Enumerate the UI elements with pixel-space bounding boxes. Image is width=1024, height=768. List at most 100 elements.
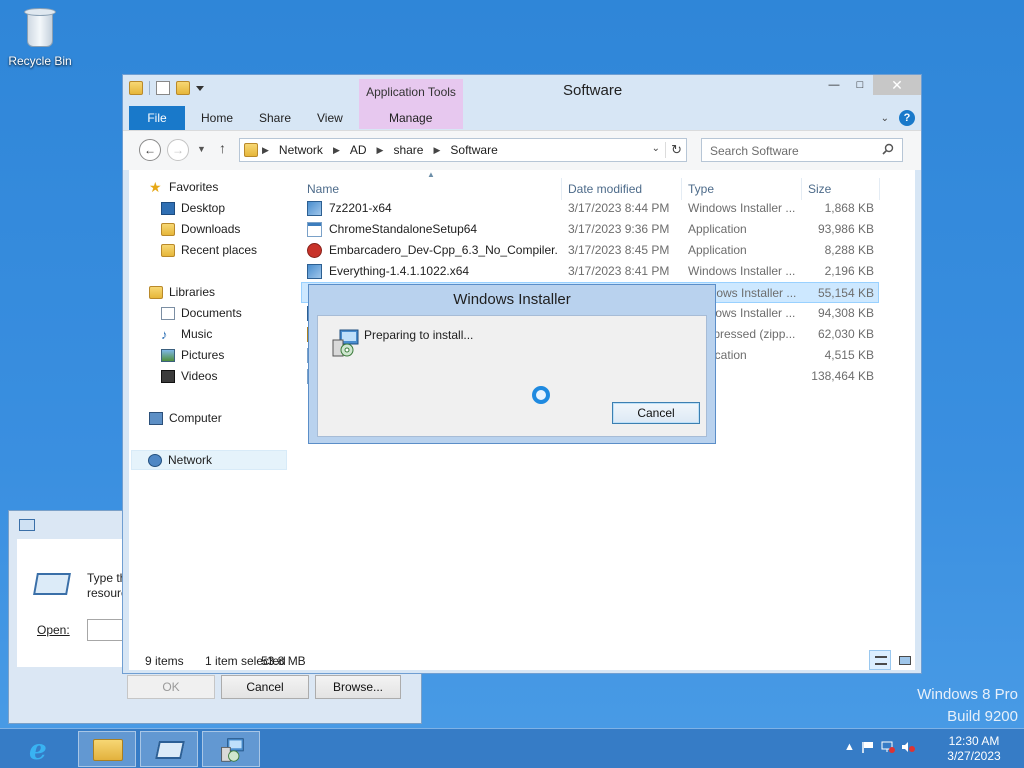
file-size: 2,196 KB [824, 264, 874, 278]
file-size: 55,154 KB [817, 286, 874, 300]
installer-cancel-button[interactable]: Cancel [612, 402, 700, 424]
minimize-button[interactable]: — [821, 75, 847, 95]
nav-libraries[interactable]: Libraries [149, 285, 215, 299]
large-icons-view-icon [899, 656, 911, 665]
nav-network-label: Network [168, 453, 213, 467]
recycle-bin-desktop-icon[interactable]: Recycle Bin [4, 6, 76, 68]
nav-documents[interactable]: Documents [161, 306, 242, 320]
videos-icon [161, 369, 175, 383]
nav-network[interactable]: Network [131, 450, 287, 470]
file-row[interactable]: 7z2201-x64 3/17/2023 8:44 PM Windows Ins… [301, 198, 879, 219]
breadcrumb-software[interactable]: Software [450, 143, 497, 157]
large-icons-view-button[interactable] [893, 650, 915, 670]
file-type: Application [688, 243, 747, 257]
internet-explorer-icon: e [29, 733, 47, 766]
file-date: 3/17/2023 8:44 PM [568, 201, 670, 215]
qat-customize-icon[interactable] [196, 85, 204, 91]
search-box[interactable]: Search Software [701, 138, 903, 162]
nav-downloads[interactable]: Downloads [161, 222, 240, 236]
volume-muted-icon[interactable] [901, 741, 915, 753]
run-browse-button[interactable]: Browse... [315, 675, 401, 699]
run-cancel-button[interactable]: Cancel [221, 675, 309, 699]
taskbar-run[interactable] [140, 731, 198, 767]
nav-pictures[interactable]: Pictures [161, 348, 224, 362]
file-name: Everything-1.4.1.1022.x64 [329, 264, 470, 278]
search-placeholder: Search Software [710, 144, 799, 158]
nav-recent-places[interactable]: Recent places [161, 243, 257, 257]
nav-desktop[interactable]: Desktop [161, 201, 225, 215]
column-header-type[interactable]: Type [682, 178, 802, 200]
close-button[interactable]: ✕ [873, 75, 921, 95]
taskbar-internet-explorer[interactable]: e [12, 731, 70, 767]
nav-computer-label: Computer [169, 411, 222, 425]
maximize-button[interactable]: □ [847, 75, 873, 95]
recent-locations-icon[interactable]: ▼ [197, 144, 206, 154]
search-icon [882, 143, 894, 155]
details-view-button[interactable] [869, 650, 891, 670]
nav-videos-label: Videos [181, 369, 218, 383]
run-title-icon [19, 519, 35, 531]
clock-time: 12:30 AM [948, 734, 1000, 748]
run-buttons: OK Cancel Browse... [9, 667, 421, 723]
tab-home[interactable]: Home [201, 106, 233, 130]
explorer-titlebar[interactable]: Application Tools Software — □ ✕ [123, 75, 921, 105]
up-button[interactable]: ↑ [219, 140, 226, 156]
column-header-size[interactable]: Size [802, 178, 880, 200]
taskbar-file-explorer[interactable] [78, 731, 136, 767]
network-status-icon[interactable] [881, 741, 895, 753]
address-dropdown-icon[interactable]: ⌄ [652, 143, 660, 154]
navigation-pane: ★ Favorites Desktop Downloads Recent pla… [129, 170, 287, 648]
star-icon: ★ [149, 178, 162, 195]
breadcrumb-separator-icon[interactable]: ▶ [377, 145, 384, 156]
taskbar-windows-installer[interactable] [202, 731, 260, 767]
file-row[interactable]: Embarcadero_Dev-Cpp_6.3_No_Compiler... 3… [301, 240, 879, 261]
properties-icon[interactable] [156, 81, 170, 95]
new-folder-icon[interactable] [176, 81, 190, 95]
tab-file[interactable]: File [129, 106, 185, 130]
ribbon-expand-icon[interactable]: ⌄ [881, 113, 889, 124]
file-name: 7z2201-x64 [329, 201, 392, 215]
file-size: 138,464 KB [811, 369, 874, 383]
nav-music[interactable]: ♪ Music [161, 327, 212, 341]
qat-separator [149, 81, 150, 95]
breadcrumb-separator-icon[interactable]: ▶ [262, 145, 269, 156]
downloads-icon [161, 222, 175, 236]
desktop-icon [161, 201, 175, 215]
back-button[interactable]: ← [139, 139, 161, 161]
column-header-name[interactable]: Name [301, 178, 562, 200]
nav-music-label: Music [181, 327, 213, 341]
nav-computer[interactable]: Computer [149, 411, 222, 425]
nav-favorites[interactable]: ★ Favorites [149, 178, 218, 195]
help-icon[interactable]: ? [899, 110, 915, 126]
computer-icon [149, 411, 163, 425]
details-view-icon [875, 656, 887, 665]
breadcrumb-separator-icon[interactable]: ▶ [433, 145, 440, 156]
navigation-bar: ← → ▼ ↑ ▶ Network ▶ AD ▶ share ▶ Softwar… [123, 130, 921, 170]
breadcrumb-separator-icon[interactable]: ▶ [333, 145, 340, 156]
refresh-icon[interactable]: ↻ [665, 142, 682, 158]
file-row[interactable]: Everything-1.4.1.1022.x64 3/17/2023 8:41… [301, 261, 879, 282]
nav-videos[interactable]: Videos [161, 369, 217, 383]
breadcrumb-ad[interactable]: AD [350, 143, 367, 157]
devcpp-icon [307, 243, 322, 258]
action-center-flag-icon[interactable] [861, 741, 875, 753]
column-header-date[interactable]: Date modified [562, 178, 682, 200]
tab-view[interactable]: View [317, 106, 343, 130]
tab-manage[interactable]: Manage [389, 106, 432, 130]
breadcrumb-network[interactable]: Network [279, 143, 323, 157]
busy-spinner-icon [532, 386, 550, 404]
status-selected-size: 53.8 MB [261, 654, 306, 668]
file-size: 4,515 KB [824, 348, 874, 362]
clock[interactable]: 12:30 AM 3/27/2023 [938, 734, 1010, 764]
forward-button[interactable]: → [167, 139, 189, 161]
run-open-label: Open: [37, 623, 70, 637]
breadcrumb: ▶ Network ▶ AD ▶ share ▶ Software [262, 143, 498, 157]
ribbon-right-controls: ⌄ ? [881, 110, 915, 126]
show-hidden-icons-icon[interactable]: ▲ [844, 741, 855, 753]
address-bar[interactable]: ▶ Network ▶ AD ▶ share ▶ Software ⌄ ↻ [239, 138, 687, 162]
breadcrumb-share[interactable]: share [393, 143, 423, 157]
file-row[interactable]: ChromeStandaloneSetup64 3/17/2023 9:36 P… [301, 219, 879, 240]
run-ok-button[interactable]: OK [127, 675, 215, 699]
window-title: Software [563, 82, 623, 99]
tab-share[interactable]: Share [259, 106, 291, 130]
